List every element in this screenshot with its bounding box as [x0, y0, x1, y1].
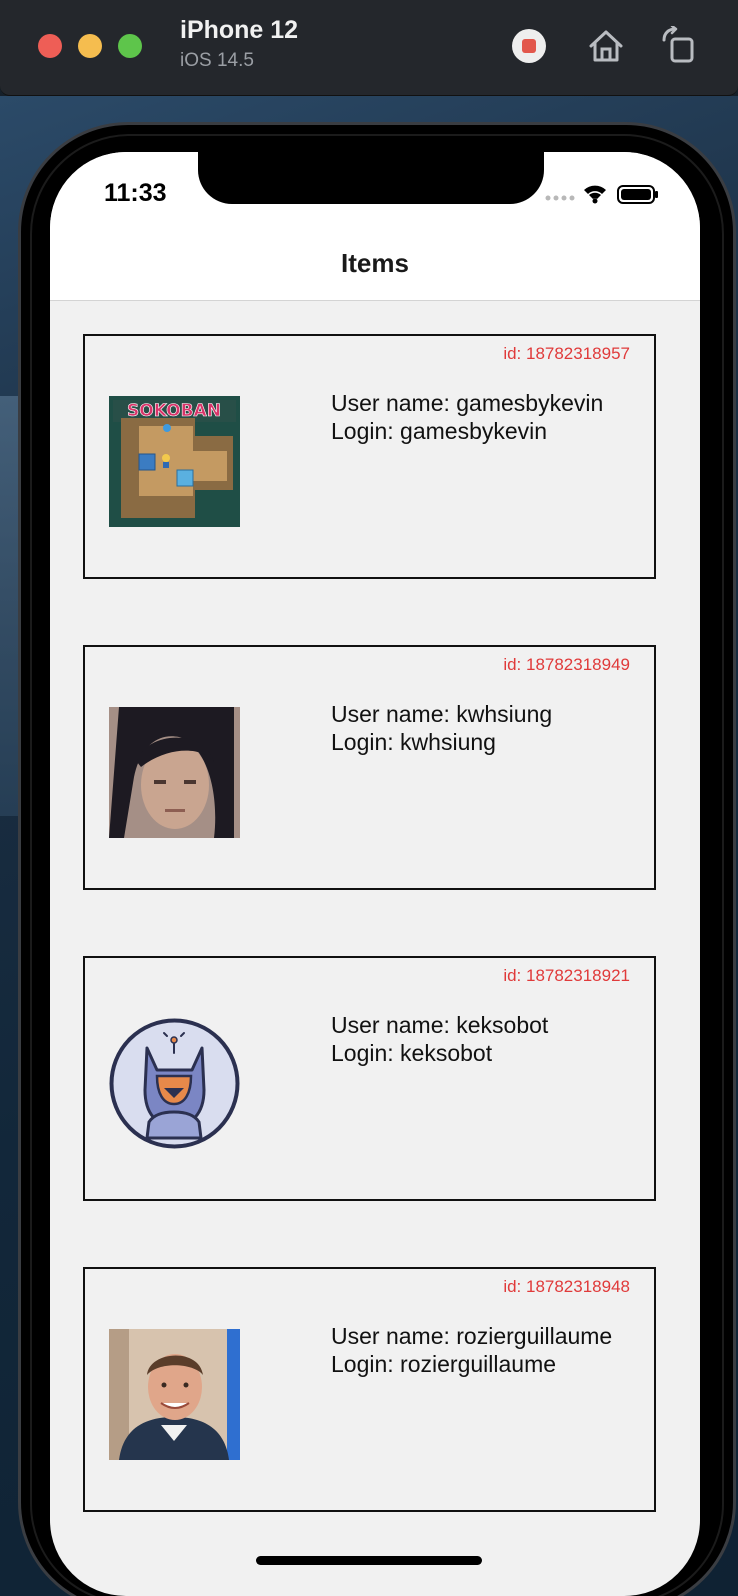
- item-id: id: 18782318949: [503, 655, 630, 674]
- home-icon[interactable]: [586, 26, 626, 66]
- robot-cat-icon: [109, 1018, 240, 1149]
- item-user-name: User name: kwhsiung: [331, 701, 553, 727]
- person-photo-icon: [109, 707, 240, 838]
- list-item[interactable]: id: 18782318957 SOKOBAN User name: games…: [83, 334, 656, 579]
- rotate-icon[interactable]: [660, 24, 700, 66]
- item-login: Login: rozierguillaume: [331, 1351, 557, 1377]
- stop-icon[interactable]: [509, 26, 549, 66]
- item-info: User name: gamesbykevin Login: gamesbyke…: [331, 389, 603, 445]
- item-user-name: User name: keksobot: [331, 1012, 549, 1038]
- wifi-icon: [584, 185, 606, 204]
- item-info: User name: rozierguillaume Login: rozier…: [331, 1322, 612, 1378]
- sokoban-game-icon: SOKOBAN: [109, 396, 240, 527]
- item-info: User name: kwhsiung Login: kwhsiung: [331, 700, 552, 756]
- close-window-button[interactable]: [38, 34, 62, 58]
- cellular-icon: [545, 195, 575, 201]
- item-id: id: 18782318948: [503, 1277, 630, 1296]
- simulator-title-bar: iPhone 12 iOS 14.5: [0, 0, 738, 96]
- person-photo-icon: [109, 1329, 240, 1460]
- list-item[interactable]: id: 18782318921 User name: keksobot Logi: [83, 956, 656, 1201]
- item-user-name: User name: rozierguillaume: [331, 1323, 613, 1349]
- status-bar: 11:33 Items: [50, 152, 700, 301]
- simulator-device-name: iPhone 12: [180, 16, 299, 44]
- status-time: 11:33: [104, 179, 167, 207]
- items-list[interactable]: id: 18782318957 SOKOBAN User name: games…: [50, 301, 700, 1596]
- item-login: Login: kwhsiung: [331, 729, 496, 755]
- home-indicator[interactable]: [256, 1556, 482, 1565]
- page-title: Items: [341, 248, 409, 278]
- simulator-os-version: iOS 14.5: [180, 50, 254, 71]
- item-info: User name: keksobot Login: keksobot: [331, 1011, 548, 1067]
- list-item[interactable]: id: 18782318949 User name: kwhsiung Logi…: [83, 645, 656, 890]
- zoom-window-button[interactable]: [118, 34, 142, 58]
- battery-icon: [617, 185, 658, 204]
- item-login: Login: gamesbykevin: [331, 418, 548, 444]
- minimize-window-button[interactable]: [78, 34, 102, 58]
- item-user-name: User name: gamesbykevin: [331, 390, 604, 416]
- item-id: id: 18782318957: [503, 344, 630, 363]
- phone-screen: 11:33 Items id: 18782318957 SOKOBAN User…: [50, 152, 700, 1596]
- list-item[interactable]: id: 18782318948 User name: rozierguillau…: [83, 1267, 656, 1512]
- item-id: id: 18782318921: [503, 966, 630, 985]
- notch: [198, 152, 544, 204]
- status-icons: [544, 182, 664, 204]
- item-login: Login: keksobot: [331, 1040, 493, 1066]
